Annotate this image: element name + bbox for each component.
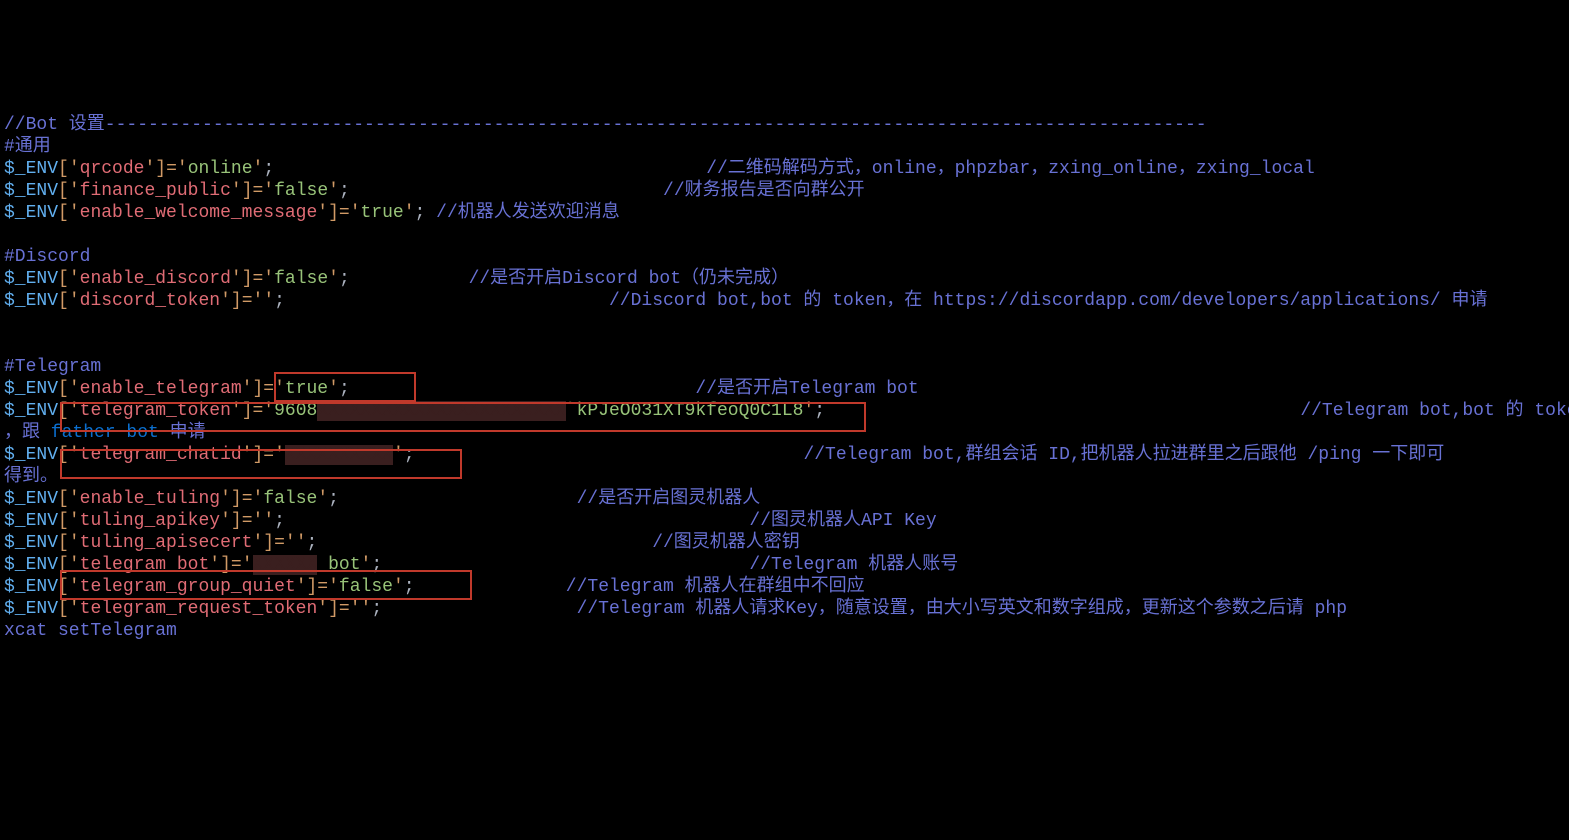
header-general: #通用 xyxy=(4,137,51,157)
cmt-qrcode: //二维码解码方式，online，phpzbar，zxing_online，zx… xyxy=(706,159,1314,179)
key-tuling-apisecert: tuling_apisecert xyxy=(80,533,253,553)
key-telegram-chatid: telegram_chatid xyxy=(80,445,242,465)
key-qrcode: qrcode xyxy=(80,159,145,179)
redacted-chatid: XXXXXXXXXX xyxy=(285,445,393,465)
father-bot-link[interactable]: father bot xyxy=(40,423,170,443)
header-bot: //Bot 设置--------------------------------… xyxy=(4,115,1207,135)
key-telegram-req: telegram_request_token xyxy=(80,599,318,619)
key-finance: finance_public xyxy=(80,181,231,201)
header-discord: #Discord xyxy=(4,247,90,267)
key-telegram-quiet: telegram_group_quiet xyxy=(80,577,296,597)
key-enable-telegram: enable_telegram xyxy=(80,379,242,399)
env-var: $_ENV xyxy=(4,159,58,179)
key-telegram-token: telegram_token xyxy=(80,401,231,421)
redacted-token: XXXXXXXXXXXXXXXXXXXXXXX xyxy=(317,401,565,421)
code-block: //Bot 设置--------------------------------… xyxy=(4,92,1565,730)
key-tuling-apikey: tuling_apikey xyxy=(80,511,220,531)
key-telegram-bot: telegram_bot xyxy=(80,555,210,575)
xcat-line: xcat setTelegram xyxy=(4,621,177,641)
key-welcome: enable_welcome_message xyxy=(80,203,318,223)
val-qrcode: online xyxy=(188,159,253,179)
header-telegram: #Telegram xyxy=(4,357,101,377)
key-enable-tuling: enable_tuling xyxy=(80,489,220,509)
key-enable-discord: enable_discord xyxy=(80,269,231,289)
redacted-botname: XXXXXX xyxy=(253,555,318,575)
key-discord-token: discord_token xyxy=(80,291,220,311)
